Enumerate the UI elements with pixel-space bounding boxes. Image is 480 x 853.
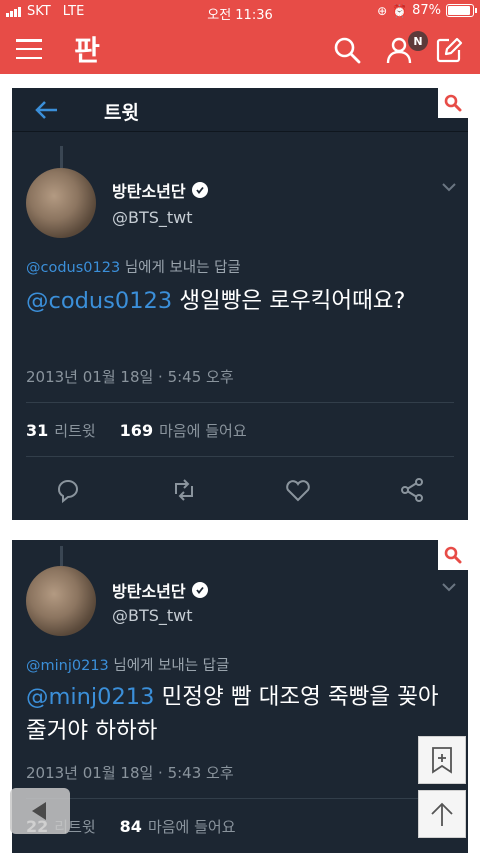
app-bar: 판 N <box>0 24 480 74</box>
arrow-up-icon <box>431 802 453 826</box>
verified-icon <box>191 582 208 598</box>
tweet-text: @minj0213 민정양 빰 대조영 죽빵을 꽂아줄거야 하하하 <box>26 684 439 744</box>
author-name: 방탄소년단 <box>112 578 208 602</box>
image-search-icon[interactable] <box>438 88 468 118</box>
triangle-left-icon <box>32 802 46 820</box>
tweet-screenshot-2: 방탄소년단 @BTS_twt @minj0213 님에게 보내는 답글 @min… <box>12 540 468 853</box>
tweet-topbar-title: 트윗 <box>104 102 139 124</box>
tweet-stats: 31 리트윗 169 마음에 들어요 <box>26 420 247 441</box>
divider <box>26 456 454 457</box>
tweet-screenshot-1: 트윗 방탄소년단 @BTS_twt @codus0123 님에게 보내는 답글 … <box>12 88 468 520</box>
verified-icon <box>191 182 208 198</box>
bookmark-button[interactable] <box>418 736 466 784</box>
rotation-lock-icon: ⊕ <box>377 3 388 18</box>
back-arrow-icon <box>35 101 57 119</box>
chevron-down-icon[interactable] <box>442 582 456 592</box>
page-back-button[interactable] <box>10 788 70 834</box>
retweet-count: 31 <box>26 421 49 440</box>
battery-percent: 87% <box>412 3 441 18</box>
edit-icon[interactable] <box>434 35 464 65</box>
logo[interactable]: 판 <box>68 31 106 67</box>
tweet-timestamp: 2013년 01월 18일 · 5:43 오후 <box>26 764 234 782</box>
tweet-timestamp: 2013년 01월 18일 · 5:45 오후 <box>26 368 234 386</box>
like-label[interactable]: 마음에 들어요 <box>159 420 247 441</box>
retweet-icon[interactable] <box>170 476 198 504</box>
like-icon[interactable] <box>284 476 312 504</box>
tweet-topbar: 트윗 <box>12 88 468 132</box>
status-bar: SKT LTE 오전 11:36 ⊕ ⏰ 87% <box>0 0 480 24</box>
author-handle: @BTS_twt <box>112 208 193 227</box>
retweet-label[interactable]: 리트윗 <box>54 420 95 441</box>
mention-link[interactable]: @minj0213 <box>26 684 154 710</box>
bookmark-add-icon <box>432 747 452 774</box>
tweet-actions <box>12 470 468 510</box>
author-handle: @BTS_twt <box>112 606 193 625</box>
reply-mention-link[interactable]: @minj0213 <box>26 658 109 674</box>
thread-line <box>60 146 63 168</box>
image-search-icon[interactable] <box>438 540 468 570</box>
like-count: 169 <box>119 421 154 440</box>
divider <box>26 798 454 799</box>
reply-mention-link[interactable]: @codus0123 <box>26 260 120 276</box>
divider <box>26 402 454 403</box>
avatar[interactable] <box>26 168 96 238</box>
share-icon[interactable] <box>398 476 426 504</box>
chevron-down-icon[interactable] <box>442 182 456 192</box>
reply-icon[interactable] <box>54 476 82 504</box>
scroll-top-button[interactable] <box>418 790 466 838</box>
like-label[interactable]: 마음에 들어요 <box>148 816 236 837</box>
author-name: 방탄소년단 <box>112 178 208 202</box>
notification-badge: N <box>408 31 428 51</box>
mention-link[interactable]: @codus0123 <box>26 288 172 314</box>
alarm-icon: ⏰ <box>392 3 408 18</box>
search-icon[interactable] <box>332 35 362 65</box>
tweet-text: @codus0123 생일빵은 로우킥어때요? <box>26 288 406 314</box>
like-count: 84 <box>119 817 142 836</box>
reply-context: @codus0123 님에게 보내는 답글 <box>26 260 241 276</box>
battery-icon <box>446 4 477 17</box>
reply-context: @minj0213 님에게 보내는 답글 <box>26 658 230 674</box>
avatar[interactable] <box>26 566 96 636</box>
thread-line <box>60 546 63 566</box>
menu-icon[interactable] <box>14 36 44 62</box>
